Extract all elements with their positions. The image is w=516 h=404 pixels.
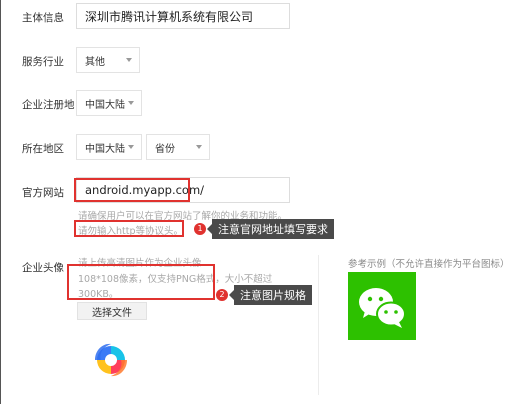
avatar-label: 企业头像 (22, 262, 64, 274)
registration-label: 企业注册地 (22, 99, 75, 111)
industry-select[interactable]: 其他 (76, 47, 140, 73)
left-border (0, 0, 1, 404)
registration-select[interactable]: 中国大陆 (76, 90, 142, 116)
website-hint-highlight (74, 220, 184, 237)
reference-example-label: 参考示例（不允许直接作为平台图标） (348, 259, 510, 270)
website-input-highlight (74, 178, 190, 202)
registration-select-value: 中国大陆 (85, 99, 125, 111)
chevron-down-icon (128, 101, 134, 105)
website-label: 官方网站 (22, 187, 64, 199)
country-select-value: 中国大陆 (85, 143, 125, 155)
chevron-down-icon (126, 58, 132, 62)
annotation-badge-1: 1 (194, 223, 206, 235)
website-annotation-tooltip: 注意官网地址填写要求 (207, 219, 334, 239)
entity-label: 主体信息 (22, 12, 64, 24)
province-select-value: 省份 (155, 143, 175, 155)
app-store-logo-icon (89, 338, 133, 382)
country-select[interactable]: 中国大陆 (76, 134, 142, 160)
choose-file-button[interactable]: 选择文件 (77, 302, 147, 320)
region-label: 所在地区 (22, 143, 64, 155)
chevron-down-icon (128, 145, 134, 149)
avatar-annotation-tooltip: 注意图片规格 (229, 285, 312, 305)
chevron-down-icon (196, 145, 202, 149)
section-divider (318, 255, 319, 395)
industry-label: 服务行业 (22, 56, 64, 68)
industry-select-value: 其他 (85, 56, 105, 68)
province-select[interactable]: 省份 (146, 134, 210, 160)
entity-field[interactable]: 深圳市腾讯计算机系统有限公司 (76, 3, 290, 29)
wechat-logo-icon (348, 272, 416, 340)
avatar-hint-highlight (67, 264, 215, 300)
annotation-badge-2: 2 (216, 289, 228, 301)
